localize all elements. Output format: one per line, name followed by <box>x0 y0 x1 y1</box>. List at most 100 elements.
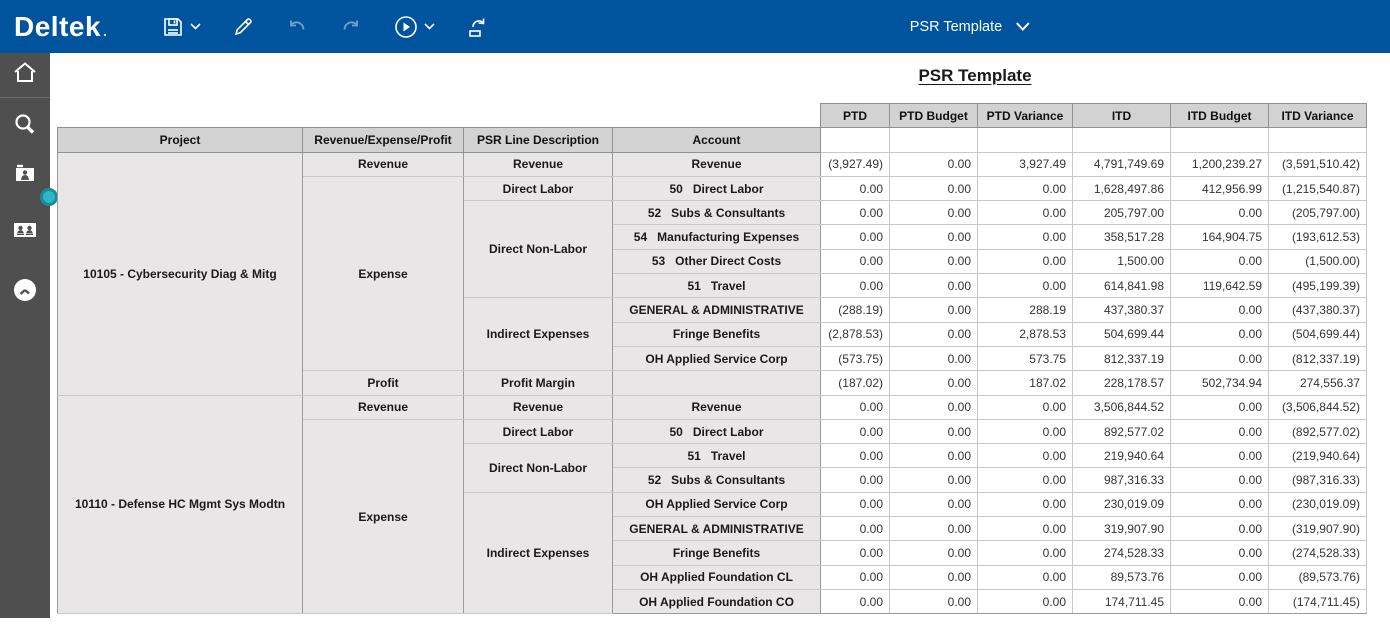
category-cell: Expense <box>303 176 464 370</box>
redo-icon <box>339 15 363 39</box>
account-cell <box>613 371 821 395</box>
ptd-budget-cell: 0.00 <box>890 444 978 468</box>
line-description-cell: Profit Margin <box>464 371 613 395</box>
line-description-cell: Direct Non-Labor <box>464 444 613 493</box>
itd-cell: 3,506,844.52 <box>1073 395 1171 419</box>
account-cell: 54 Manufacturing Expenses <box>613 225 821 249</box>
ptd-cell: 0.00 <box>821 565 890 589</box>
itd-variance-cell: (230,019.09) <box>1269 492 1367 516</box>
empty-cell <box>1073 128 1171 152</box>
account-cell: 51 Travel <box>613 444 821 468</box>
column-header-itd-budget: ITD Budget <box>1171 104 1269 128</box>
ptd-variance-cell: 0.00 <box>978 201 1073 225</box>
ptd-variance-cell: 3,927.49 <box>978 152 1073 176</box>
ptd-budget-cell: 0.00 <box>890 249 978 273</box>
ptd-budget-cell: 0.00 <box>890 395 978 419</box>
home-icon <box>11 59 39 92</box>
ptd-variance-cell: 0.00 <box>978 492 1073 516</box>
redo-button[interactable] <box>331 9 371 45</box>
account-cell: 52 Subs & Consultants <box>613 201 821 225</box>
category-cell: Revenue <box>303 152 464 176</box>
column-header-line-description: PSR Line Description <box>464 128 613 152</box>
itd-budget-cell: 164,904.75 <box>1171 225 1269 249</box>
template-selector-dropdown[interactable]: PSR Template <box>910 0 1030 53</box>
deltek-logo-text: Deltek <box>14 11 101 43</box>
itd-cell: 219,940.64 <box>1073 444 1171 468</box>
ptd-variance-cell: 0.00 <box>978 589 1073 613</box>
itd-cell: 504,699.44 <box>1073 322 1171 346</box>
itd-budget-cell: 0.00 <box>1171 517 1269 541</box>
ptd-budget-cell: 0.00 <box>890 419 978 443</box>
ptd-cell: 0.00 <box>821 492 890 516</box>
run-button[interactable] <box>385 8 443 46</box>
ptd-variance-cell: 0.00 <box>978 444 1073 468</box>
itd-budget-cell: 1,200,239.27 <box>1171 152 1269 176</box>
sidebar-item-home[interactable] <box>0 53 50 97</box>
itd-cell: 1,628,497.86 <box>1073 176 1171 200</box>
itd-budget-cell: 0.00 <box>1171 298 1269 322</box>
ptd-cell: 0.00 <box>821 468 890 492</box>
itd-budget-cell: 0.00 <box>1171 249 1269 273</box>
itd-cell: 205,797.00 <box>1073 201 1171 225</box>
itd-cell: 230,019.09 <box>1073 492 1171 516</box>
sidebar-item-search[interactable] <box>0 104 50 148</box>
account-cell: 50 Direct Labor <box>613 419 821 443</box>
undo-button[interactable] <box>277 9 317 45</box>
sidebar-splitter-handle[interactable] <box>40 188 58 206</box>
sidebar-item-timesheet[interactable] <box>0 270 50 314</box>
category-cell: Expense <box>303 419 464 613</box>
itd-variance-cell: (3,591,510.42) <box>1269 152 1367 176</box>
ptd-variance-cell: 0.00 <box>978 274 1073 298</box>
itd-budget-cell: 0.00 <box>1171 468 1269 492</box>
search-icon <box>12 111 38 142</box>
ptd-cell: 0.00 <box>821 589 890 613</box>
itd-budget-cell: 0.00 <box>1171 346 1269 370</box>
ptd-budget-cell: 0.00 <box>890 322 978 346</box>
account-cell: OH Applied Foundation CO <box>613 589 821 613</box>
undo-icon <box>285 15 309 39</box>
itd-budget-cell: 0.00 <box>1171 492 1269 516</box>
psr-report-table: PTD PTD Budget PTD Variance ITD ITD Budg… <box>57 103 1367 614</box>
people-icon <box>11 217 39 248</box>
ptd-cell: 0.00 <box>821 419 890 443</box>
column-header-account: Account <box>613 128 821 152</box>
export-icon <box>465 15 489 39</box>
template-selector-label: PSR Template <box>910 19 1002 35</box>
itd-cell: 358,517.28 <box>1073 225 1171 249</box>
ptd-budget-cell: 0.00 <box>890 298 978 322</box>
itd-budget-cell: 119,642.59 <box>1171 274 1269 298</box>
export-button[interactable] <box>457 9 497 45</box>
itd-variance-cell: (437,380.37) <box>1269 298 1367 322</box>
itd-budget-cell: 0.00 <box>1171 541 1269 565</box>
account-cell: OH Applied Service Corp <box>613 492 821 516</box>
ptd-cell: 0.00 <box>821 274 890 298</box>
line-description-cell: Direct Labor <box>464 419 613 443</box>
column-header-category: Revenue/Expense/Profit <box>303 128 464 152</box>
itd-variance-cell: 274,556.37 <box>1269 371 1367 395</box>
ptd-variance-cell: 0.00 <box>978 249 1073 273</box>
save-button[interactable] <box>153 9 209 45</box>
ptd-variance-cell: 0.00 <box>978 468 1073 492</box>
project-cell: 10110 - Defense HC Mgmt Sys Modtn <box>58 395 303 614</box>
itd-cell: 274,528.33 <box>1073 541 1171 565</box>
edit-button[interactable] <box>223 9 263 45</box>
app-window: Deltek. <box>0 0 1390 631</box>
itd-cell: 319,907.90 <box>1073 517 1171 541</box>
ptd-budget-cell: 0.00 <box>890 346 978 370</box>
employee-badge-icon <box>12 161 38 192</box>
itd-cell: 614,841.98 <box>1073 274 1171 298</box>
itd-variance-cell: (219,940.64) <box>1269 444 1367 468</box>
deltek-logo: Deltek. <box>14 11 107 43</box>
itd-cell: 89,573.76 <box>1073 565 1171 589</box>
ptd-budget-cell: 0.00 <box>890 517 978 541</box>
sidebar-item-people[interactable] <box>0 210 50 254</box>
ptd-variance-cell: 0.00 <box>978 225 1073 249</box>
category-cell: Profit <box>303 371 464 395</box>
account-cell: OH Applied Service Corp <box>613 346 821 370</box>
ptd-cell: 0.00 <box>821 541 890 565</box>
itd-variance-cell: (892,577.02) <box>1269 419 1367 443</box>
report-title: PSR Template <box>918 66 1031 86</box>
ptd-budget-cell: 0.00 <box>890 201 978 225</box>
itd-cell: 812,337.19 <box>1073 346 1171 370</box>
line-description-cell: Revenue <box>464 395 613 419</box>
